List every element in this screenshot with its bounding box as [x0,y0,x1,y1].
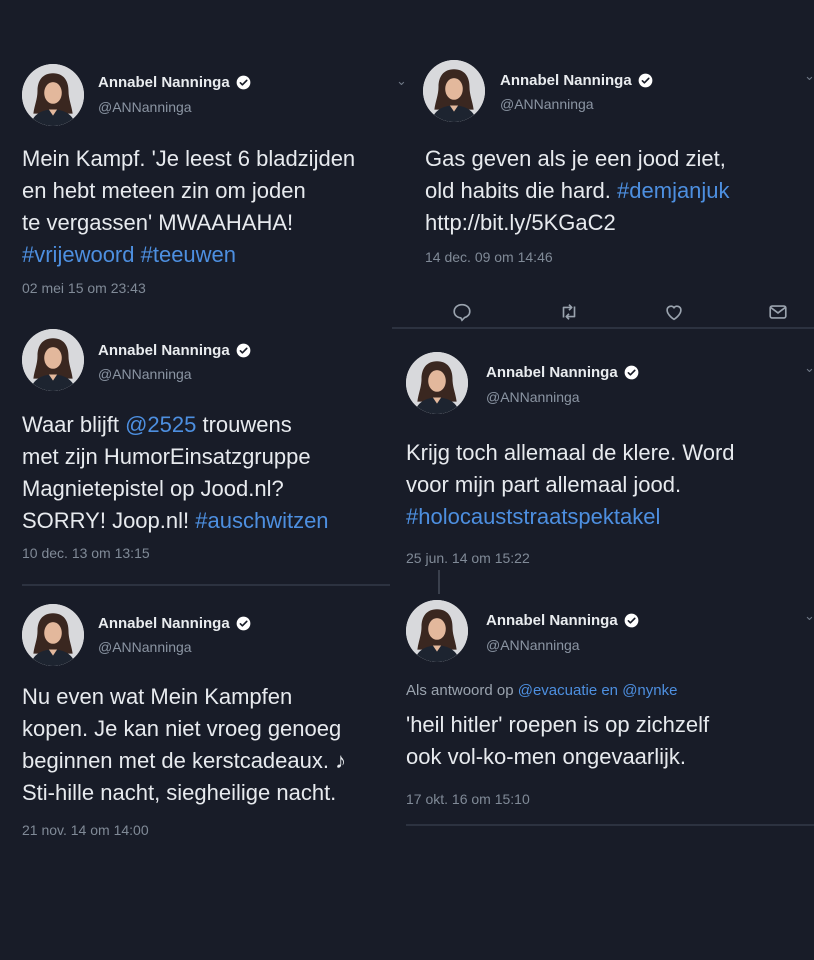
tweet-text: 'heil hitler' roepen is op zichzelf ook v… [406,709,709,773]
author-name[interactable]: Annabel Nanninga [486,364,618,381]
tweet-text: Gas geven als je een jood ziet, old habit… [425,143,730,239]
text-run: te vergassen' MWAAHAHA! [22,210,294,235]
mention-link[interactable]: @evacuatie en @nynke [518,682,678,699]
verified-badge-icon [236,343,251,358]
avatar[interactable] [423,60,485,122]
message-icon[interactable] [767,301,789,323]
divider [406,824,814,826]
avatar[interactable] [22,604,84,666]
hashtag-link[interactable]: #holocauststraatspektakel [406,504,660,529]
tweet-line: en hebt meteen zin om joden [22,175,355,207]
tweet-timestamp[interactable]: 10 dec. 13 om 13:15 [22,545,150,561]
tweet-line: met zijn HumorEinsatzgruppe [22,441,329,473]
hashtag-link[interactable]: #demjanjuk [617,178,730,203]
text-run: Als antwoord op [406,682,518,699]
like-icon[interactable] [663,301,685,323]
text-run: 'heil hitler' roepen is op zichzelf [406,712,710,737]
text-run: Krijg toch allemaal de klere. Word [406,440,735,465]
tweet-text: Mein Kampf. 'Je leest 6 bladzijden en heb… [22,143,355,271]
tweet-line: te vergassen' MWAAHAHA! [22,207,355,239]
text-run: http://bit.ly/5KGaC2 [425,210,616,235]
text-run: trouwens [196,412,292,437]
hashtag-link[interactable]: #auschwitzen [195,508,328,533]
tweet-line: 'heil hitler' roepen is op zichzelf [406,709,709,741]
tweet-text: Waar blijft @2525 trouwens met zijn Humor… [22,409,329,537]
text-run: beginnen met de kerstcadeaux. ♪ [22,748,347,773]
tweet-line: kopen. Je kan niet vroeg genoeg [22,713,346,745]
hashtag-link[interactable]: #vrijewoord #teeuwen [22,242,236,267]
tweet-timestamp[interactable]: 02 mei 15 om 23:43 [22,280,146,296]
chevron-down-icon[interactable]: ⌄ [804,608,814,624]
verified-badge-icon [624,613,639,628]
text-run: kopen. Je kan niet vroeg genoeg [22,716,342,741]
author-name[interactable]: Annabel Nanninga [500,72,632,89]
tweet-line: Sti-hille nacht, siegheilige nacht. [22,777,346,809]
tweet-line: ook vol-ko-men ongevaarlijk. [406,741,709,773]
text-run: Waar blijft [22,412,126,437]
text-run: SORRY! Joop.nl! [22,508,196,533]
chevron-down-icon[interactable]: ⌄ [396,73,407,89]
text-run: met zijn HumorEinsatzgruppe [22,444,311,469]
avatar[interactable] [406,600,468,662]
tweet-line: Gas geven als je een jood ziet, [425,143,730,175]
tweet-line: Mein Kampf. 'Je leest 6 bladzijden [22,143,355,175]
tweet-line: Nu even wat Mein Kampfen [22,681,346,713]
author-name[interactable]: Annabel Nanninga [98,615,230,632]
author-name[interactable]: Annabel Nanninga [98,74,230,91]
text-run: Mein Kampf. 'Je leest 6 bladzijden [22,146,356,171]
avatar[interactable] [406,352,468,414]
text-run: ook vol-ko-men ongevaarlijk. [406,744,687,769]
avatar[interactable] [22,64,84,126]
text-run: Gas geven als je een jood ziet, [425,146,726,171]
author-handle[interactable]: @ANNanninga [486,389,580,405]
tweet-line: Krijg toch allemaal de klere. Word [406,437,735,469]
verified-badge-icon [236,75,251,90]
tweet-line: Waar blijft @2525 trouwens [22,409,329,441]
reply-icon[interactable] [451,301,473,323]
tweet-timestamp[interactable]: 25 jun. 14 om 15:22 [406,550,530,566]
text-run: en hebt meteen zin om joden [22,178,306,203]
tweet-line: Magnietepistel op Jood.nl? [22,473,329,505]
author-handle[interactable]: @ANNanninga [486,637,580,653]
chevron-down-icon[interactable]: ⌄ [804,68,814,84]
author-name[interactable]: Annabel Nanninga [486,612,618,629]
tweet-text: Nu even wat Mein Kampfen kopen. Je kan ni… [22,681,346,809]
author-handle[interactable]: @ANNanninga [98,639,192,655]
tweet-timestamp[interactable]: 21 nov. 14 om 14:00 [22,822,149,838]
divider [392,327,814,329]
author-handle[interactable]: @ANNanninga [98,366,192,382]
text-run: Nu even wat Mein Kampfen [22,684,293,709]
tweet-timestamp[interactable]: 17 okt. 16 om 15:10 [406,791,530,807]
text-run: voor mijn part allemaal jood. [406,472,682,497]
tweet-line: #holocauststraatspektakel [406,501,735,533]
tweet-line: old habits die hard. #demjanjuk [425,175,730,207]
tweet-line: #vrijewoord #teeuwen [22,239,355,271]
verified-badge-icon [236,616,251,631]
tweet-text: Krijg toch allemaal de klere. Word voor m… [406,437,735,533]
verified-badge-icon [638,73,653,88]
tweet-line: voor mijn part allemaal jood. [406,469,735,501]
tweet-timestamp[interactable]: 14 dec. 09 om 14:46 [425,249,553,265]
tweet-line: http://bit.ly/5KGaC2 [425,207,730,239]
tweet-line: SORRY! Joop.nl! #auschwitzen [22,505,329,537]
mention-link[interactable]: @2525 [125,412,196,437]
author-handle[interactable]: @ANNanninga [98,99,192,115]
author-name[interactable]: Annabel Nanninga [98,342,230,359]
retweet-icon[interactable] [558,301,580,323]
avatar[interactable] [22,329,84,391]
reply-context: Als antwoord op @evacuatie en @nynke [406,682,677,699]
author-handle[interactable]: @ANNanninga [500,96,594,112]
chevron-down-icon[interactable]: ⌄ [804,360,814,376]
tweet-line: beginnen met de kerstcadeaux. ♪ [22,745,346,777]
text-run: old habits die hard. [425,178,618,203]
verified-badge-icon [624,365,639,380]
thread-connector [438,570,440,594]
text-run: Magnietepistel op Jood.nl? [22,476,284,501]
divider [22,584,390,586]
text-run: Sti-hille nacht, siegheilige nacht. [22,780,337,805]
